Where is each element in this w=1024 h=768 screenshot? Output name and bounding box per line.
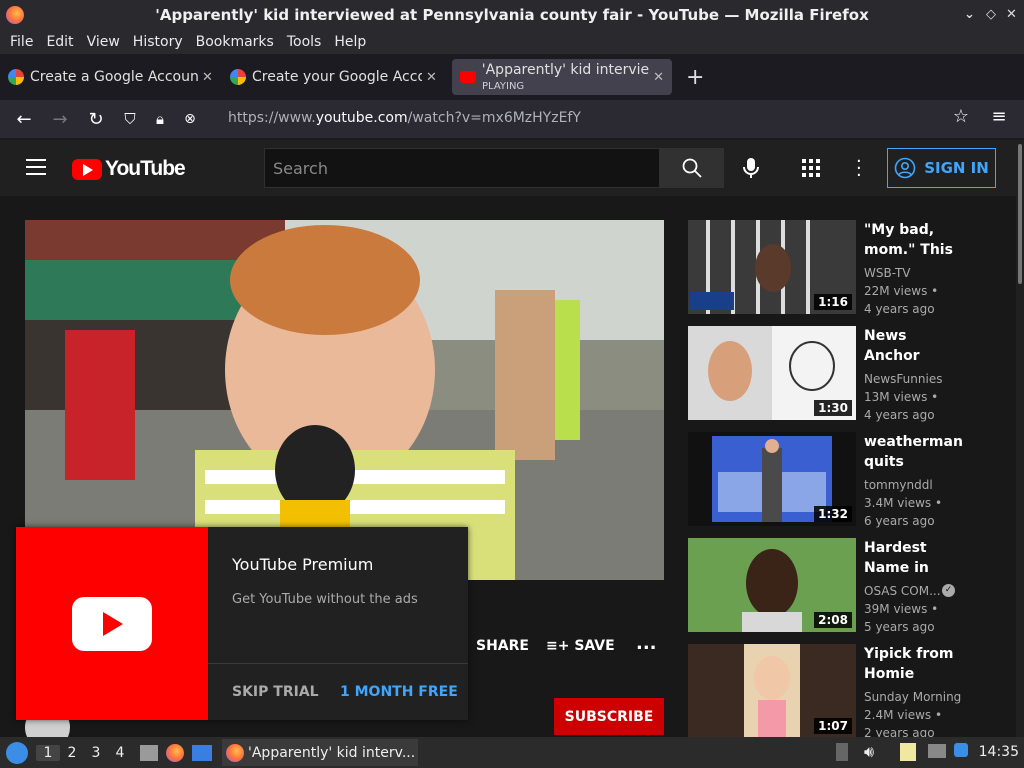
recommended-video[interactable]: 1:32 weatherman quits tommynddl 3.4M vie… xyxy=(688,432,1008,528)
minimize-icon[interactable]: ⌄ xyxy=(964,7,975,22)
volume-icon[interactable]: 🔊︎ xyxy=(864,742,874,762)
divider xyxy=(208,663,468,664)
youtube-logo-icon xyxy=(72,597,152,651)
premium-title: YouTube Premium xyxy=(232,555,374,574)
lock-icon[interactable]: 🔒︎ xyxy=(145,110,175,128)
verified-icon: ✓ xyxy=(942,584,955,597)
menu-tools[interactable]: Tools xyxy=(287,34,322,50)
apps-grid-icon[interactable] xyxy=(802,159,820,177)
video-frame xyxy=(25,220,664,580)
reload-icon[interactable]: ↻ xyxy=(81,109,111,130)
menu-edit[interactable]: Edit xyxy=(46,34,73,50)
menu-file[interactable]: File xyxy=(10,34,33,50)
youtube-logo[interactable]: YouTube xyxy=(72,157,186,181)
save-button[interactable]: ≡+ SAVE xyxy=(546,638,615,654)
premium-banner xyxy=(16,527,208,720)
notification-icon[interactable] xyxy=(954,743,968,757)
video-player[interactable] xyxy=(25,220,664,580)
sign-in-button[interactable]: SIGN IN xyxy=(887,148,996,188)
tab-close-icon[interactable]: ✕ xyxy=(653,70,664,85)
scrollbar-thumb[interactable] xyxy=(1018,144,1022,284)
search-button[interactable] xyxy=(660,148,724,188)
youtube-page: YouTube Search · · · SIGN IN SHARE ≡+ SA… xyxy=(0,140,1016,737)
recommended-video[interactable]: 2:08 Hardest Name in Africa OSAS COM... … xyxy=(688,538,1008,634)
network-icon[interactable] xyxy=(928,744,946,758)
page-scrollbar[interactable] xyxy=(1016,140,1024,737)
recommended-video[interactable]: 1:30 News Anchor Laughs At... NewsFunnie… xyxy=(688,326,1008,422)
firefox-launcher-icon[interactable] xyxy=(166,743,184,762)
video-thumbnail[interactable]: 2:08 xyxy=(688,538,856,632)
google-icon xyxy=(230,69,246,85)
settings-dots-icon[interactable]: · · · xyxy=(856,153,862,185)
start-menu-icon[interactable] xyxy=(6,741,28,764)
tab-google-account[interactable]: Create a Google Account ✕ xyxy=(0,59,222,95)
close-icon[interactable]: ✕ xyxy=(1006,7,1017,22)
menu-bar: File Edit View History Bookmarks Tools H… xyxy=(0,30,1024,54)
firefox-icon xyxy=(6,6,24,24)
hamburger-menu-icon[interactable] xyxy=(26,159,46,180)
search-icon xyxy=(682,158,702,178)
window-title: 'Apparently' kid interviewed at Pennsylv… xyxy=(155,6,869,24)
google-icon xyxy=(8,69,24,85)
youtube-icon xyxy=(460,71,476,83)
tab-youtube-active[interactable]: 'Apparently' kid interview PLAYING ✕ xyxy=(452,59,672,95)
file-manager-icon[interactable] xyxy=(140,744,158,761)
taskbar: 1 2 3 4 'Apparently' kid interv... 🔊︎ 14… xyxy=(0,737,1024,768)
menu-view[interactable]: View xyxy=(87,34,120,50)
tab-bar: Create a Google Account ✕ Create your Go… xyxy=(0,56,1024,98)
tab-close-icon[interactable]: ✕ xyxy=(426,70,437,85)
workspace-1[interactable]: 1 xyxy=(36,744,60,761)
premium-description: Get YouTube without the ads xyxy=(232,592,418,607)
user-icon xyxy=(894,157,916,179)
menu-history[interactable]: History xyxy=(133,34,183,50)
more-actions-button[interactable]: ... xyxy=(636,633,657,654)
skip-trial-button[interactable]: SKIP TRIAL xyxy=(232,684,319,700)
clock: 14:35 xyxy=(978,744,1019,760)
firefox-icon xyxy=(226,743,244,762)
back-arrow-icon[interactable]: ← xyxy=(9,109,39,130)
playlist-add-icon: ≡+ xyxy=(546,638,575,654)
microphone-icon[interactable] xyxy=(740,156,762,180)
app-menu-icon[interactable]: ≡ xyxy=(984,106,1014,127)
maximize-icon[interactable]: ◇ xyxy=(986,7,996,22)
recommended-video[interactable]: 1:07 Yipick from Homie Depot Sunday Morn… xyxy=(688,644,1008,737)
workspace-4[interactable]: 4 xyxy=(108,745,132,761)
url-bar[interactable]: https://www.youtube.com/watch?v=mx6MzHYz… xyxy=(228,110,581,126)
youtube-premium-popup: YouTube Premium Get YouTube without the … xyxy=(16,527,468,720)
recommended-video[interactable]: 1:16 "My bad, mom." This might be... WSB… xyxy=(688,220,1008,316)
bookmark-star-icon[interactable]: ☆ xyxy=(946,106,976,127)
clipboard-icon[interactable] xyxy=(900,743,916,761)
shield-icon[interactable]: ⛉ xyxy=(115,110,145,128)
youtube-header: YouTube Search · · · SIGN IN xyxy=(0,140,1016,196)
tray-indicator-icon[interactable] xyxy=(836,743,848,761)
menu-bookmarks[interactable]: Bookmarks xyxy=(196,34,274,50)
tab-close-icon[interactable]: ✕ xyxy=(202,70,213,85)
workspace-3[interactable]: 3 xyxy=(84,745,108,761)
new-tab-button[interactable]: + xyxy=(686,65,704,90)
search-input[interactable]: Search xyxy=(264,148,660,188)
share-button[interactable]: SHARE xyxy=(476,638,529,654)
tab-google-account-2[interactable]: Create your Google Acco ✕ xyxy=(222,59,450,95)
youtube-play-icon xyxy=(72,158,102,180)
video-thumbnail[interactable]: 1:07 xyxy=(688,644,856,737)
workspace-2[interactable]: 2 xyxy=(60,745,84,761)
taskbar-firefox-window[interactable]: 'Apparently' kid interv... xyxy=(222,739,418,766)
navigation-bar: ← → ↻ ⛉ 🔒︎ ⊗ https://www.youtube.com/wat… xyxy=(0,100,1024,138)
video-thumbnail[interactable]: 1:16 xyxy=(688,220,856,314)
desktop-icon[interactable] xyxy=(192,744,212,761)
video-thumbnail[interactable]: 1:32 xyxy=(688,432,856,526)
window-titlebar: 'Apparently' kid interviewed at Pennsylv… xyxy=(0,0,1024,30)
menu-help[interactable]: Help xyxy=(334,34,366,50)
subscribe-button[interactable]: SUBSCRIBE xyxy=(554,698,664,735)
permissions-icon[interactable]: ⊗ xyxy=(175,111,205,127)
month-free-button[interactable]: 1 MONTH FREE xyxy=(340,684,458,700)
video-thumbnail[interactable]: 1:30 xyxy=(688,326,856,420)
forward-arrow-icon[interactable]: → xyxy=(45,109,75,130)
